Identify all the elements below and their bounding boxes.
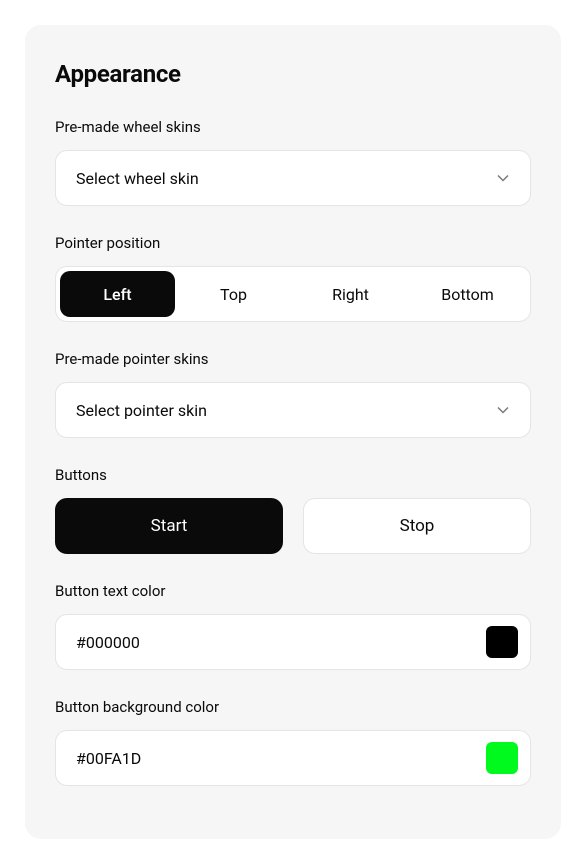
section-title: Appearance (55, 60, 531, 88)
pointer-position-segmented: Left Top Right Bottom (55, 266, 531, 322)
button-text-color-field: Button text color (55, 582, 531, 670)
wheel-skins-label: Pre-made wheel skins (55, 118, 531, 136)
chevron-down-icon (496, 171, 510, 185)
button-bg-color-input[interactable] (76, 749, 486, 768)
button-bg-color-label: Button background color (55, 698, 531, 716)
buttons-label: Buttons (55, 466, 531, 484)
pointer-position-left[interactable]: Left (60, 271, 175, 317)
buttons-row: Start Stop (55, 498, 531, 554)
pointer-skin-select-value: Select pointer skin (76, 401, 496, 420)
pointer-skins-field: Pre-made pointer skins Select pointer sk… (55, 350, 531, 438)
stop-button[interactable]: Stop (303, 498, 531, 554)
button-text-color-input-wrap (55, 614, 531, 670)
pointer-position-field: Pointer position Left Top Right Bottom (55, 234, 531, 322)
wheel-skin-select[interactable]: Select wheel skin (55, 150, 531, 206)
pointer-position-bottom[interactable]: Bottom (409, 271, 526, 317)
pointer-skin-select[interactable]: Select pointer skin (55, 382, 531, 438)
start-button[interactable]: Start (55, 498, 283, 554)
button-bg-color-field: Button background color (55, 698, 531, 786)
pointer-position-right[interactable]: Right (292, 271, 409, 317)
pointer-skins-label: Pre-made pointer skins (55, 350, 531, 368)
chevron-down-icon (496, 403, 510, 417)
pointer-position-label: Pointer position (55, 234, 531, 252)
buttons-field: Buttons Start Stop (55, 466, 531, 554)
button-bg-color-swatch[interactable] (486, 742, 518, 774)
wheel-skin-select-value: Select wheel skin (76, 169, 496, 188)
wheel-skins-field: Pre-made wheel skins Select wheel skin (55, 118, 531, 206)
button-text-color-swatch[interactable] (486, 626, 518, 658)
button-text-color-label: Button text color (55, 582, 531, 600)
button-bg-color-input-wrap (55, 730, 531, 786)
pointer-position-top[interactable]: Top (175, 271, 292, 317)
appearance-panel: Appearance Pre-made wheel skins Select w… (25, 25, 561, 839)
button-text-color-input[interactable] (76, 633, 486, 652)
